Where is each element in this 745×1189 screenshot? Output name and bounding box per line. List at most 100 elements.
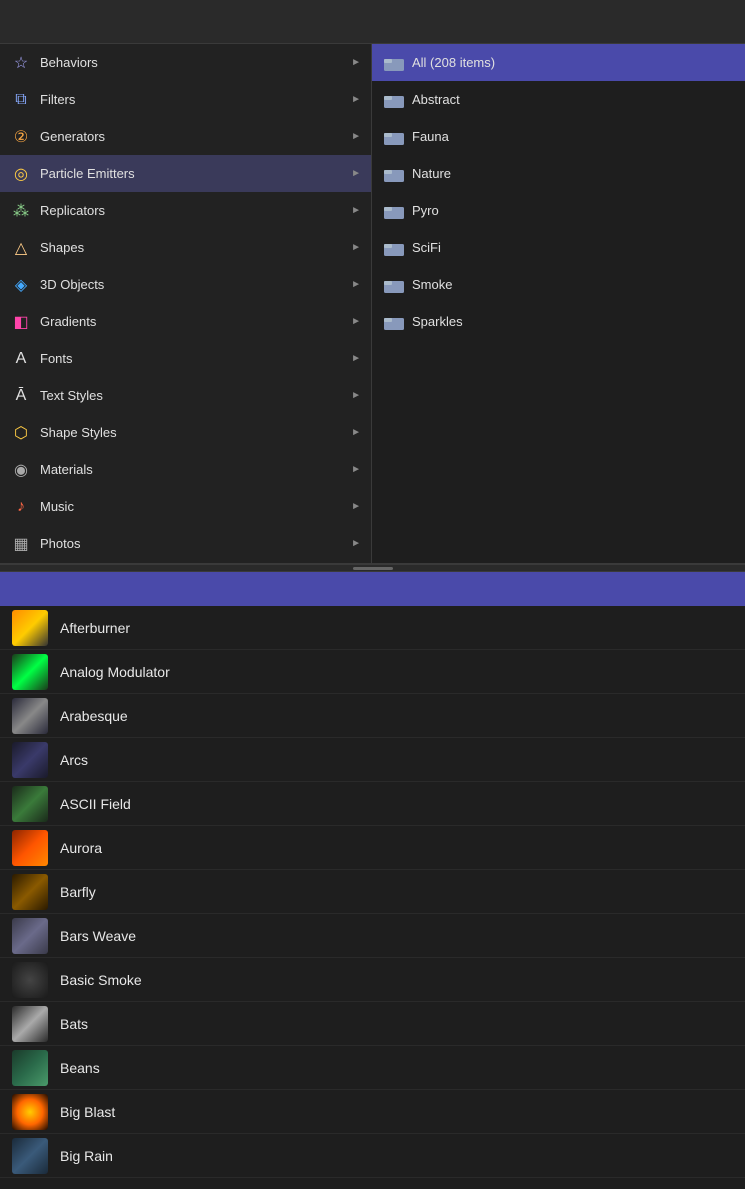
sidebar-arrow-materials: ► <box>351 464 361 475</box>
sidebar-arrow-3d-objects: ► <box>351 279 361 290</box>
item-label-ascii-field: ASCII Field <box>60 796 131 812</box>
sidebar-arrow-music: ► <box>351 501 361 512</box>
forward-button[interactable] <box>26 20 34 24</box>
left-panel: ☆ Behaviors ► ⧉ Filters ► ② Generators ►… <box>0 44 372 563</box>
list-item-ascii-field[interactable]: ASCII Field <box>0 782 745 826</box>
sidebar-label-3d-objects: 3D Objects <box>40 277 351 292</box>
folder-item-fauna[interactable]: Fauna <box>372 118 745 155</box>
folder-label-fauna: Fauna <box>412 129 449 144</box>
sidebar-item-replicators[interactable]: ⁂ Replicators ► <box>0 192 371 229</box>
folder-label-abstract: Abstract <box>412 92 460 107</box>
folder-item-pyro[interactable]: Pyro <box>372 192 745 229</box>
item-label-big-blast: Big Blast <box>60 1104 115 1120</box>
thumbnail-big-blast <box>12 1094 48 1130</box>
list-item-big-blast[interactable]: Big Blast <box>0 1090 745 1134</box>
list-item-basic-smoke[interactable]: Basic Smoke <box>0 958 745 1002</box>
sidebar-icon-generators: ② <box>10 126 32 148</box>
sidebar-item-filters[interactable]: ⧉ Filters ► <box>0 81 371 118</box>
item-label-afterburner: Afterburner <box>60 620 130 636</box>
list-item-aurora[interactable]: Aurora <box>0 826 745 870</box>
folder-label-nature: Nature <box>412 166 451 181</box>
item-label-beans: Beans <box>60 1060 100 1076</box>
folder-icon-nature <box>384 166 404 182</box>
sidebar-item-gradients[interactable]: ◧ Gradients ► <box>0 303 371 340</box>
sidebar-label-fonts: Fonts <box>40 351 351 366</box>
list-item-analog-modulator[interactable]: Analog Modulator <box>0 650 745 694</box>
sidebar-icon-text-styles: Ā <box>10 385 32 407</box>
sidebar-arrow-particle-emitters: ► <box>351 168 361 179</box>
split-pane: ☆ Behaviors ► ⧉ Filters ► ② Generators ►… <box>0 44 745 564</box>
folder-icon-abstract <box>384 92 404 108</box>
list-item-barfly[interactable]: Barfly <box>0 870 745 914</box>
sidebar-label-replicators: Replicators <box>40 203 351 218</box>
item-label-arabesque: Arabesque <box>60 708 128 724</box>
right-panel: All (208 items) Abstract Fauna Nature Py… <box>372 44 745 563</box>
sidebar-icon-shape-styles: ⬡ <box>10 422 32 444</box>
sidebar-arrow-filters: ► <box>351 94 361 105</box>
bottom-panel: Afterburner Analog Modulator Arabesque A… <box>0 572 745 1178</box>
folder-icon-smoke <box>384 277 404 293</box>
thumbnail-bars-weave <box>12 918 48 954</box>
sidebar-item-particle-emitters[interactable]: ◎ Particle Emitters ► <box>0 155 371 192</box>
item-label-bats: Bats <box>60 1016 88 1032</box>
folder-item-scifi[interactable]: SciFi <box>372 229 745 266</box>
sidebar-arrow-text-styles: ► <box>351 390 361 401</box>
sidebar-item-shapes[interactable]: △ Shapes ► <box>0 229 371 266</box>
sidebar-item-fonts[interactable]: A Fonts ► <box>0 340 371 377</box>
sidebar-item-text-styles[interactable]: Ā Text Styles ► <box>0 377 371 414</box>
sidebar-icon-replicators: ⁂ <box>10 200 32 222</box>
folder-icon-all <box>384 55 404 71</box>
divider-handle[interactable] <box>0 564 745 572</box>
sidebar-arrow-photos: ► <box>351 538 361 549</box>
sidebar-label-generators: Generators <box>40 129 351 144</box>
list-item-arabesque[interactable]: Arabesque <box>0 694 745 738</box>
thumbnail-big-rain <box>12 1138 48 1174</box>
list-item-arcs[interactable]: Arcs <box>0 738 745 782</box>
sidebar-item-photos[interactable]: ▦ Photos ► <box>0 525 371 562</box>
thumbnail-ascii-field <box>12 786 48 822</box>
folder-item-all[interactable]: All (208 items) <box>372 44 745 81</box>
folder-item-sparkles[interactable]: Sparkles <box>372 303 745 340</box>
sidebar-arrow-shapes: ► <box>351 242 361 253</box>
folder-label-sparkles: Sparkles <box>412 314 463 329</box>
thumbnail-bats <box>12 1006 48 1042</box>
sidebar-icon-gradients: ◧ <box>10 311 32 333</box>
back-button[interactable] <box>12 20 20 24</box>
folder-item-abstract[interactable]: Abstract <box>372 81 745 118</box>
thumbnail-aurora <box>12 830 48 866</box>
sidebar-icon-shapes: △ <box>10 237 32 259</box>
folder-icon-scifi <box>384 240 404 256</box>
folder-label-all: All (208 items) <box>412 55 495 70</box>
sidebar-label-text-styles: Text Styles <box>40 388 351 403</box>
sidebar-item-music[interactable]: ♪ Music ► <box>0 488 371 525</box>
sidebar-item-behaviors[interactable]: ☆ Behaviors ► <box>0 44 371 81</box>
item-label-bars-weave: Bars Weave <box>60 928 136 944</box>
list-item-afterburner[interactable]: Afterburner <box>0 606 745 650</box>
sidebar-label-filters: Filters <box>40 92 351 107</box>
sidebar-label-shape-styles: Shape Styles <box>40 425 351 440</box>
sidebar-item-shape-styles[interactable]: ⬡ Shape Styles ► <box>0 414 371 451</box>
list-item-big-rain[interactable]: Big Rain <box>0 1134 745 1178</box>
folder-icon-fauna <box>384 129 404 145</box>
folder-item-smoke[interactable]: Smoke <box>372 266 745 303</box>
sidebar-icon-music: ♪ <box>10 496 32 518</box>
thumbnail-beans <box>12 1050 48 1086</box>
sidebar-item-generators[interactable]: ② Generators ► <box>0 118 371 155</box>
sidebar-label-music: Music <box>40 499 351 514</box>
sidebar-item-3d-objects[interactable]: ◈ 3D Objects ► <box>0 266 371 303</box>
thumbnail-barfly <box>12 874 48 910</box>
thumbnail-basic-smoke <box>12 962 48 998</box>
list-item-bars-weave[interactable]: Bars Weave <box>0 914 745 958</box>
folder-label-smoke: Smoke <box>412 277 452 292</box>
list-header <box>0 572 745 606</box>
list-item-beans[interactable]: Beans <box>0 1046 745 1090</box>
sidebar-item-materials[interactable]: ◉ Materials ► <box>0 451 371 488</box>
sidebar-arrow-fonts: ► <box>351 353 361 364</box>
list-item-bats[interactable]: Bats <box>0 1002 745 1046</box>
thumbnail-analog-modulator <box>12 654 48 690</box>
folder-item-nature[interactable]: Nature <box>372 155 745 192</box>
item-label-analog-modulator: Analog Modulator <box>60 664 170 680</box>
sidebar-label-behaviors: Behaviors <box>40 55 351 70</box>
item-label-arcs: Arcs <box>60 752 88 768</box>
sidebar-arrow-gradients: ► <box>351 316 361 327</box>
